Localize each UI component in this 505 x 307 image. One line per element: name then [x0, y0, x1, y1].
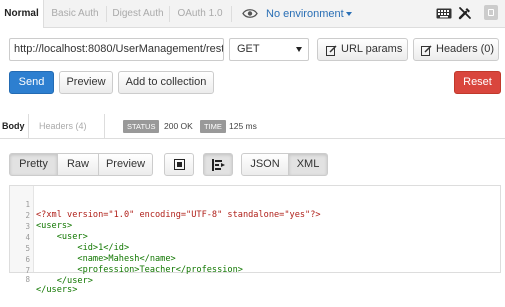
edit-icon — [326, 45, 337, 56]
status-badge: STATUS — [123, 120, 160, 133]
send-button[interactable]: Send — [9, 71, 54, 94]
code-line: 3 <user> — [10, 210, 500, 242]
pretty-button[interactable]: Pretty — [9, 153, 58, 176]
headers-button[interactable]: Headers (0) — [413, 38, 499, 61]
time-badge: TIME — [200, 120, 226, 133]
method-value: GET — [237, 43, 260, 55]
url-input[interactable]: http://localhost:8080/UserManagement/res… — [9, 38, 224, 61]
status-value: 200 OK — [164, 121, 193, 131]
preview-button[interactable]: Preview — [59, 71, 113, 94]
tab-headers[interactable]: Headers (4) — [39, 114, 87, 139]
raw-button[interactable]: Raw — [57, 153, 99, 176]
tab-body[interactable]: Body — [2, 114, 25, 139]
headers-label: Headers (0) — [436, 43, 495, 55]
line-number: 8 — [25, 275, 30, 284]
preview-format-button[interactable]: Preview — [98, 153, 153, 176]
chevron-down-icon — [345, 12, 352, 17]
method-select[interactable]: GET — [229, 38, 309, 61]
tab-normal[interactable]: Normal — [0, 0, 44, 28]
environment-label: No environment — [266, 8, 344, 20]
code-icon — [174, 159, 185, 170]
eye-icon[interactable] — [242, 8, 258, 19]
code-line: 5 <name>Mahesh</name> — [10, 232, 500, 264]
chevron-down-icon — [296, 47, 302, 52]
top-tab-bar: Normal Basic Auth Digest Auth OAuth 1.0 … — [0, 0, 505, 28]
url-params-label: URL params — [341, 43, 403, 55]
response-tab-bar: Body Headers (4) STATUS 200 OK TIME 125 … — [0, 114, 505, 139]
code-line: 6 <profession>Teacher</profession> — [10, 243, 500, 275]
tab-divider — [104, 114, 105, 139]
code-line: 2 <users> — [10, 199, 500, 231]
code-line: 1 <?xml version="1.0" encoding="UTF-8" s… — [10, 188, 500, 220]
tab-divider — [28, 114, 29, 139]
code-line: 8 </users> — [10, 263, 500, 295]
tab-divider — [231, 6, 232, 22]
settings-icon[interactable] — [484, 5, 498, 20]
edit-icon — [421, 45, 432, 56]
environment-selector[interactable]: No environment — [266, 0, 352, 28]
tab-basic-auth[interactable]: Basic Auth — [44, 0, 106, 28]
json-button[interactable]: JSON — [241, 153, 289, 176]
wrap-lines-icon — [212, 159, 225, 171]
response-body-editor[interactable]: 1 <?xml version="1.0" encoding="UTF-8" s… — [9, 185, 501, 295]
xml-button[interactable]: XML — [288, 153, 328, 176]
wrap-lines-button[interactable] — [203, 153, 233, 176]
code-view-button[interactable] — [164, 153, 194, 176]
keyboard-icon[interactable] — [436, 8, 452, 19]
tab-digest-auth[interactable]: Digest Auth — [107, 0, 169, 28]
add-to-collection-button[interactable]: Add to collection — [118, 71, 214, 94]
url-params-button[interactable]: URL params — [317, 38, 408, 61]
time-value: 125 ms — [229, 121, 257, 131]
line-text: </users> — [36, 285, 78, 295]
code-line: 4 <id>1</id> — [10, 221, 500, 253]
reset-button[interactable]: Reset — [454, 71, 501, 94]
tools-icon[interactable] — [458, 6, 472, 20]
tab-oauth[interactable]: OAuth 1.0 — [170, 0, 230, 28]
